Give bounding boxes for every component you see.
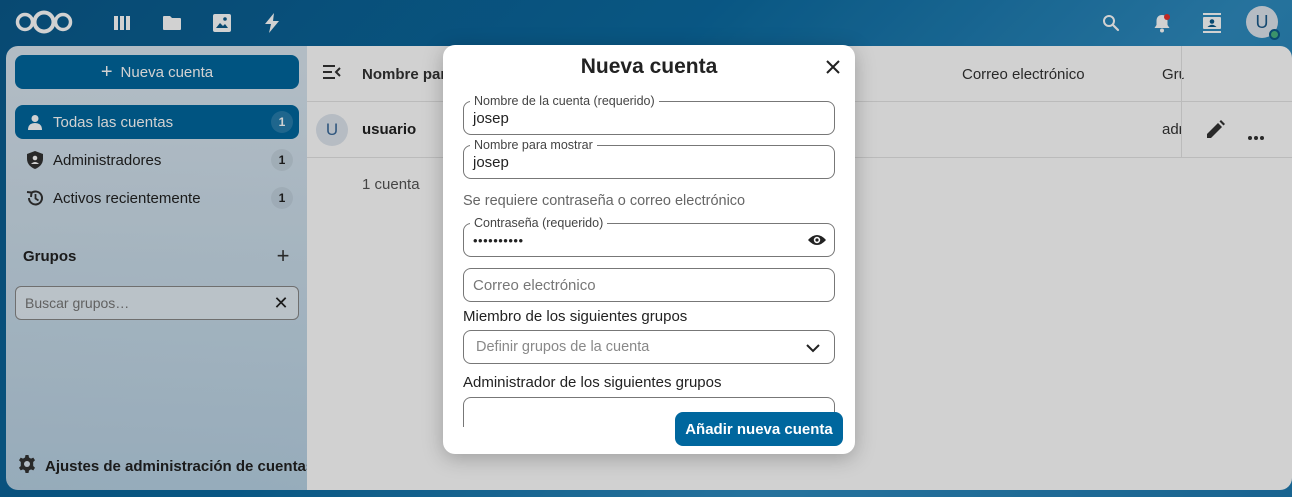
avatar: U xyxy=(316,114,348,146)
nav-item-label: Todas las cuentas xyxy=(53,113,174,131)
chevron-down-icon xyxy=(804,339,822,357)
admin-groups-label: Administrador de los siguientes grupos xyxy=(463,374,722,391)
nav-item-admins[interactable]: Administradores 1 xyxy=(15,143,299,177)
nextcloud-logo-icon[interactable] xyxy=(12,9,76,35)
groups-heading: Grupos xyxy=(23,248,77,265)
password-email-hint: Se requiere contraseña o correo electrón… xyxy=(463,193,746,209)
nav-item-label: Administradores xyxy=(53,151,162,169)
files-icon[interactable] xyxy=(161,12,183,34)
contacts-icon[interactable] xyxy=(1197,8,1227,38)
toggle-navigation-icon[interactable] xyxy=(323,65,341,84)
account-settings-label: Ajustes de administración de cuentas xyxy=(45,457,315,475)
app-navigation: + Nueva cuenta Todas las cuentas 1 Admin… xyxy=(6,46,314,490)
account-name-field[interactable]: Nombre de la cuenta (requerido) josep xyxy=(463,94,835,135)
search-icon[interactable] xyxy=(1096,8,1126,38)
accounts-total: 1 cuenta xyxy=(362,176,420,193)
account-name-value: josep xyxy=(473,110,509,127)
count-badge: 1 xyxy=(271,111,293,133)
account-settings-link[interactable]: Ajustes de administración de cuentas xyxy=(18,455,314,477)
display-name-field[interactable]: Nombre para mostrar josep xyxy=(463,138,835,179)
email-field[interactable]: Correo electrónico xyxy=(463,268,835,302)
nav-item-label: Activos recientemente xyxy=(53,189,201,207)
nav-item-recently-active[interactable]: Activos recientemente 1 xyxy=(15,181,299,215)
plus-icon: + xyxy=(100,61,113,83)
edit-icon[interactable] xyxy=(1207,120,1225,143)
notifications-icon[interactable] xyxy=(1147,8,1177,38)
photos-icon[interactable] xyxy=(211,12,233,34)
close-icon[interactable] xyxy=(821,55,845,79)
dashboard-icon[interactable] xyxy=(111,12,133,34)
history-icon xyxy=(25,188,45,208)
group-search-input[interactable]: Buscar grupos… ✕ xyxy=(15,286,299,320)
group-search-placeholder: Buscar grupos… xyxy=(25,295,130,311)
add-account-button[interactable]: Añadir nueva cuenta xyxy=(675,412,843,446)
password-field[interactable]: Contraseña (requerido) •••••••••• xyxy=(463,216,835,257)
new-account-dialog: Nueva cuenta Nombre de la cuenta (requer… xyxy=(443,45,855,454)
display-name-label: Nombre para mostrar xyxy=(470,138,597,152)
count-badge: 1 xyxy=(271,187,293,209)
online-status-icon xyxy=(1269,29,1280,40)
dialog-title: Nueva cuenta xyxy=(580,55,718,78)
close-icon[interactable]: ✕ xyxy=(272,293,290,313)
count-badge: 1 xyxy=(271,149,293,171)
activity-icon[interactable] xyxy=(261,12,283,34)
column-divider xyxy=(1181,46,1182,158)
password-value: •••••••••• xyxy=(473,233,524,248)
eye-icon[interactable] xyxy=(808,233,826,252)
account-name-label: Nombre de la cuenta (requerido) xyxy=(470,94,659,108)
column-header-email: Correo electrónico xyxy=(962,66,1085,83)
password-label: Contraseña (requerido) xyxy=(470,216,608,230)
user-icon xyxy=(25,112,45,132)
row-group: adr xyxy=(1162,121,1182,138)
shield-icon xyxy=(25,150,45,170)
email-placeholder: Correo electrónico xyxy=(473,277,596,294)
member-groups-label: Miembro de los siguientes grupos xyxy=(463,308,688,325)
nav-item-all-accounts[interactable]: Todas las cuentas 1 xyxy=(15,105,299,139)
gear-icon xyxy=(18,455,36,477)
more-actions-icon[interactable] xyxy=(1248,127,1264,145)
row-name: usuario xyxy=(362,121,417,138)
new-account-label: Nueva cuenta xyxy=(120,63,214,81)
column-header-name[interactable]: Nombre par xyxy=(362,66,446,83)
add-group-icon[interactable]: + xyxy=(272,245,294,267)
display-name-value: josep xyxy=(473,154,509,171)
member-groups-select[interactable]: Definir grupos de la cuenta xyxy=(463,330,835,364)
top-bar: U xyxy=(0,0,1292,46)
member-groups-placeholder: Definir grupos de la cuenta xyxy=(476,339,650,355)
new-account-button[interactable]: + Nueva cuenta xyxy=(15,55,299,89)
